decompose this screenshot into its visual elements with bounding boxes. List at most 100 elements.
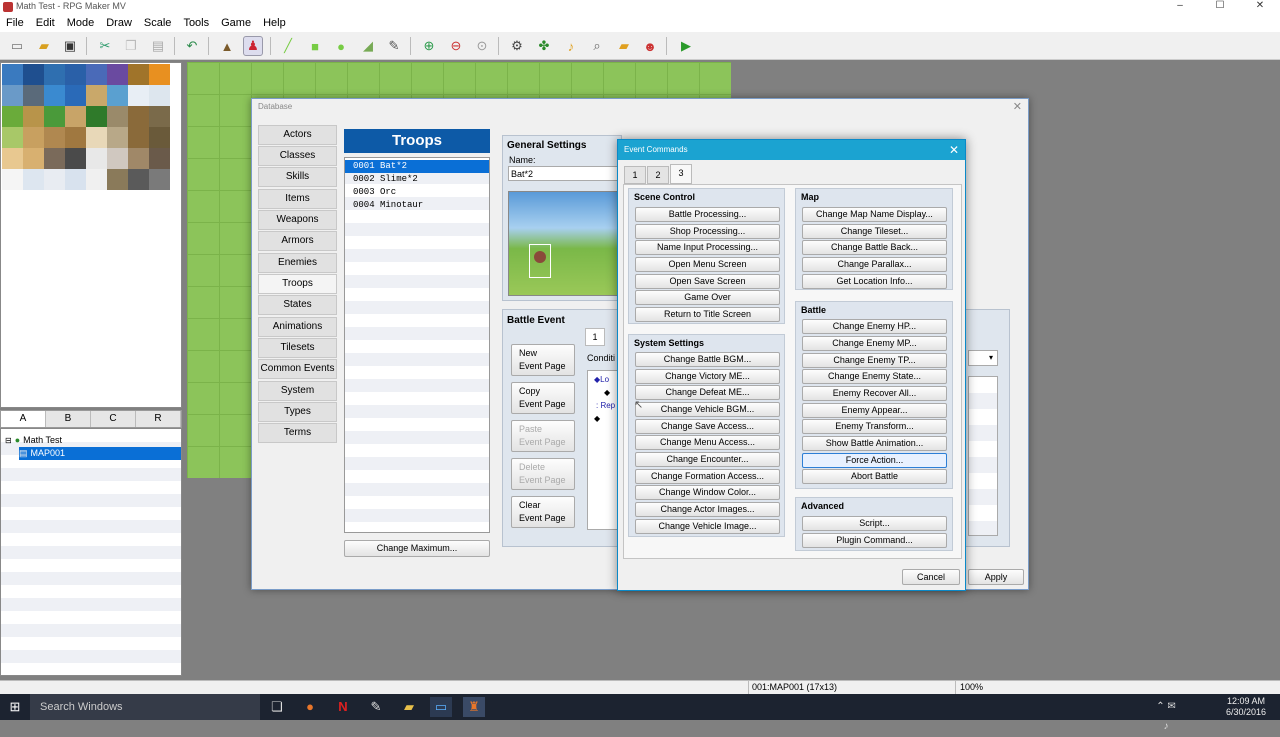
menu-tools[interactable]: Tools bbox=[177, 14, 215, 32]
zoom-out-icon[interactable]: ⊖ bbox=[446, 36, 466, 56]
tile-boulder[interactable] bbox=[107, 127, 128, 148]
tile-mountain[interactable] bbox=[128, 106, 149, 127]
cut-icon[interactable]: ✂ bbox=[95, 36, 115, 56]
change-victory-me-button[interactable]: Change Victory ME... bbox=[635, 369, 780, 384]
file-explorer-icon[interactable]: ▰ bbox=[398, 697, 420, 717]
tile-snowy-rock[interactable] bbox=[107, 148, 128, 169]
change-menu-access-button[interactable]: Change Menu Access... bbox=[635, 435, 780, 450]
tileset-tab-c[interactable]: C bbox=[91, 411, 136, 427]
actual-size-icon[interactable]: ⊙ bbox=[472, 36, 492, 56]
database-icon[interactable]: ⚙ bbox=[507, 36, 527, 56]
plugin-manager-icon[interactable]: ✤ bbox=[534, 36, 554, 56]
open-project-icon[interactable]: ▰ bbox=[34, 36, 54, 56]
db-cat-skills[interactable]: Skills bbox=[258, 167, 337, 187]
tile-sand[interactable] bbox=[86, 85, 107, 106]
cancel-button[interactable]: Cancel bbox=[902, 569, 960, 585]
show-battle-animation-button[interactable]: Show Battle Animation... bbox=[802, 436, 947, 451]
tree-project-node[interactable]: ⊟ ● Math Test bbox=[5, 434, 62, 447]
new-project-icon[interactable]: ▭ bbox=[7, 36, 27, 56]
span-dropdown[interactable]: ▾ bbox=[968, 350, 998, 366]
menu-draw[interactable]: Draw bbox=[100, 14, 138, 32]
change-vehicle-bgm-button[interactable]: Change Vehicle BGM... bbox=[635, 402, 780, 417]
db-cat-types[interactable]: Types bbox=[258, 402, 337, 422]
db-cat-troops[interactable]: Troops bbox=[258, 274, 337, 294]
tile-empty[interactable] bbox=[86, 148, 107, 169]
maximize-button[interactable]: ☐ bbox=[1200, 0, 1240, 14]
troops-list[interactable]: 0001 Bat*2 0002 Slime*2 0003 Orc 0004 Mi… bbox=[344, 157, 490, 533]
tile-sandstone-2[interactable] bbox=[23, 148, 44, 169]
battle-background-preview[interactable] bbox=[508, 191, 620, 296]
db-cat-states[interactable]: States bbox=[258, 295, 337, 315]
change-maximum-button[interactable]: Change Maximum... bbox=[344, 540, 490, 557]
tile-water-2[interactable] bbox=[44, 64, 65, 85]
minimize-button[interactable]: – bbox=[1160, 0, 1200, 14]
script-button[interactable]: Script... bbox=[802, 516, 947, 531]
close-icon[interactable]: ✕ bbox=[949, 140, 959, 160]
change-formation-access-button[interactable]: Change Formation Access... bbox=[635, 469, 780, 484]
tile-cave-2[interactable] bbox=[128, 169, 149, 190]
database-close-button[interactable]: ✕ bbox=[1013, 100, 1022, 113]
tile-sandstone[interactable] bbox=[2, 148, 23, 169]
tile-empty-2[interactable] bbox=[86, 169, 107, 190]
close-window-button[interactable]: ✕ bbox=[1240, 0, 1280, 14]
db-cat-animations[interactable]: Animations bbox=[258, 317, 337, 337]
change-parallax-button[interactable]: Change Parallax... bbox=[802, 257, 947, 272]
change-defeat-me-button[interactable]: Change Defeat ME... bbox=[635, 385, 780, 400]
tile-deep-water[interactable] bbox=[23, 64, 44, 85]
save-project-icon[interactable]: ▣ bbox=[60, 36, 80, 56]
tile-ice-3[interactable] bbox=[44, 169, 65, 190]
taskbar-clock[interactable]: 12:09 AM 6/30/2016 bbox=[1226, 696, 1266, 718]
tileset-palette[interactable] bbox=[0, 62, 182, 408]
copy-event-page-button[interactable]: Copy Event Page bbox=[511, 382, 575, 414]
netflix-icon[interactable]: N bbox=[332, 697, 354, 717]
tile-water-4[interactable] bbox=[86, 64, 107, 85]
system-tray-icons[interactable]: ⌃ ✉ ♪ bbox=[1155, 697, 1177, 732]
troop-row[interactable]: 0001 Bat*2 bbox=[345, 160, 489, 173]
rectangle-icon[interactable]: ■ bbox=[305, 36, 325, 56]
troop-row[interactable]: 0002 Slime*2 bbox=[345, 173, 489, 186]
tile-path[interactable] bbox=[65, 106, 86, 127]
return-to-title-screen-button[interactable]: Return to Title Screen bbox=[635, 307, 780, 322]
tileset-tab-b[interactable]: B bbox=[46, 411, 91, 427]
tile-tree[interactable] bbox=[86, 106, 107, 127]
abort-battle-button[interactable]: Abort Battle bbox=[802, 469, 947, 484]
tree-map-node[interactable]: ▤ MAP001 bbox=[19, 447, 181, 460]
change-encounter-button[interactable]: Change Encounter... bbox=[635, 452, 780, 467]
tile-bush[interactable] bbox=[44, 106, 65, 127]
menu-help[interactable]: Help bbox=[257, 14, 292, 32]
db-cat-items[interactable]: Items bbox=[258, 189, 337, 209]
tile-desert[interactable] bbox=[23, 127, 44, 148]
undo-icon[interactable]: ↶ bbox=[182, 36, 202, 56]
apply-button[interactable]: Apply bbox=[968, 569, 1024, 585]
tile-dirt[interactable] bbox=[23, 106, 44, 127]
firefox-icon[interactable]: ● bbox=[299, 697, 321, 717]
tile-dark-rock[interactable] bbox=[65, 148, 86, 169]
db-cat-weapons[interactable]: Weapons bbox=[258, 210, 337, 230]
menu-scale[interactable]: Scale bbox=[138, 14, 178, 32]
ec-tab-3[interactable]: 3 bbox=[670, 164, 692, 184]
task-view-icon[interactable]: ❏ bbox=[266, 697, 288, 717]
tile-ice-4[interactable] bbox=[65, 169, 86, 190]
name-input-processing-button[interactable]: Name Input Processing... bbox=[635, 240, 780, 255]
tile-snow[interactable] bbox=[128, 85, 149, 106]
tile-shoal[interactable] bbox=[23, 85, 44, 106]
tile-poison[interactable] bbox=[107, 64, 128, 85]
taskbar-search[interactable]: Search Windows bbox=[30, 694, 260, 720]
change-vehicle-image-button[interactable]: Change Vehicle Image... bbox=[635, 519, 780, 534]
change-save-access-button[interactable]: Change Save Access... bbox=[635, 419, 780, 434]
paste-event-page-button[interactable]: Paste Event Page bbox=[511, 420, 575, 452]
event-searcher-icon[interactable]: ⌕ bbox=[587, 36, 607, 56]
change-enemy-state-button[interactable]: Change Enemy State... bbox=[802, 369, 947, 384]
resource-manager-icon[interactable]: ▰ bbox=[614, 36, 634, 56]
enemy-transform-button[interactable]: Enemy Transform... bbox=[802, 419, 947, 434]
get-location-info-button[interactable]: Get Location Info... bbox=[802, 274, 947, 289]
change-map-name-display-button[interactable]: Change Map Name Display... bbox=[802, 207, 947, 222]
paste-icon[interactable]: ▤ bbox=[148, 36, 168, 56]
db-cat-actors[interactable]: Actors bbox=[258, 125, 337, 145]
new-event-page-button[interactable]: New Event Page bbox=[511, 344, 575, 376]
tile-water-3[interactable] bbox=[65, 64, 86, 85]
tile-cave-3[interactable] bbox=[149, 169, 170, 190]
character-generator-icon[interactable]: ☻ bbox=[640, 36, 660, 56]
tile-snow-2[interactable] bbox=[149, 85, 170, 106]
tile-meadow[interactable] bbox=[2, 127, 23, 148]
